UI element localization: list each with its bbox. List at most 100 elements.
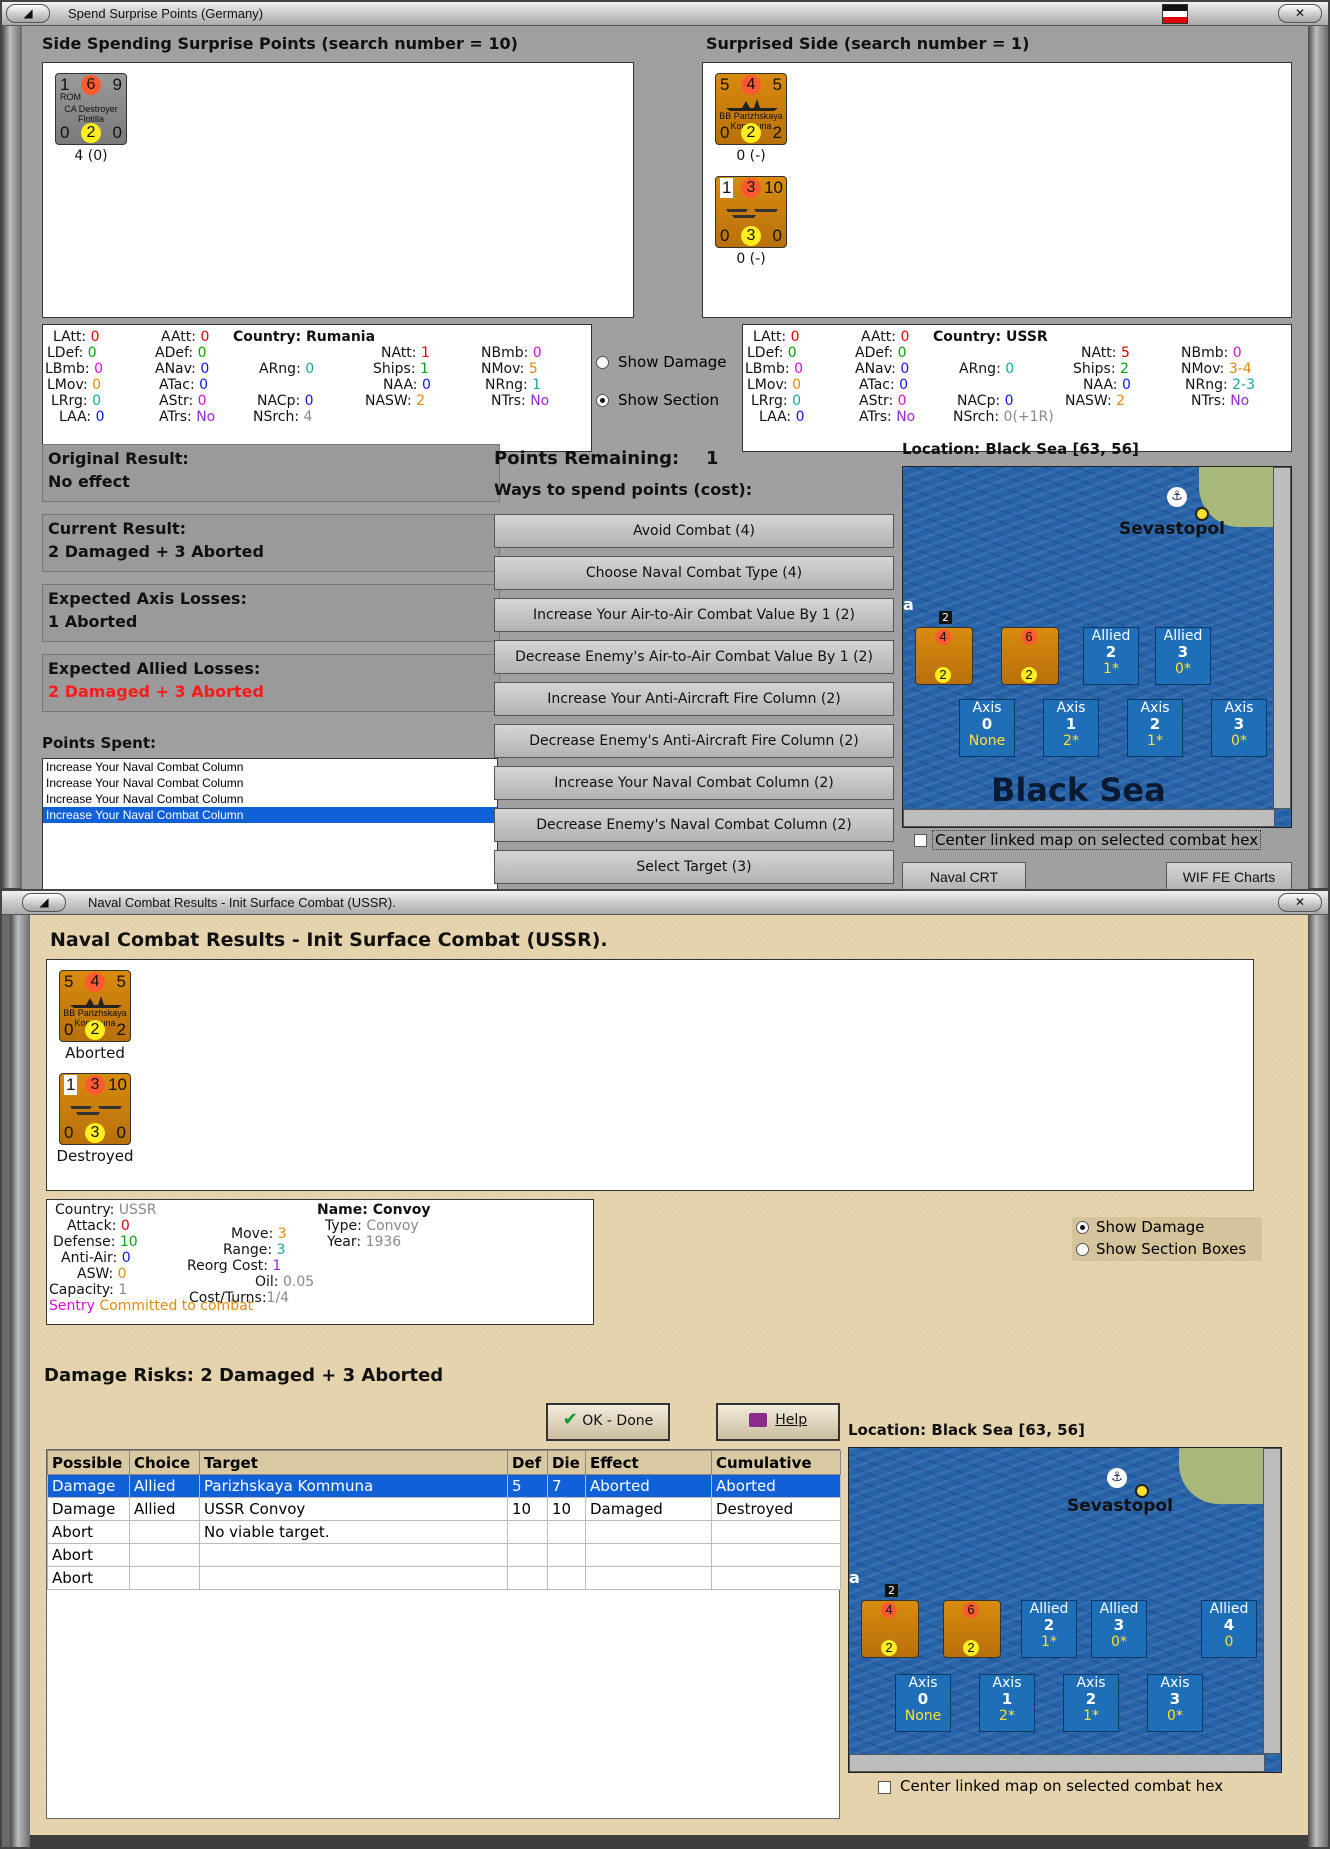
map-horizontal-scrollbar[interactable] bbox=[849, 1754, 1265, 1772]
col-def[interactable]: Def bbox=[507, 1450, 548, 1475]
points-spent-list[interactable]: Increase Your Naval Combat Column Increa… bbox=[42, 758, 498, 892]
decrease-enemy-air-to-air-button[interactable]: Decrease Enemy's Air-to-Air Combat Value… bbox=[494, 640, 894, 674]
location-map[interactable]: ⚓ Sevastopol a 2 4 2 6 2 Allied 2 1* Allie… bbox=[848, 1447, 1282, 1773]
stat-country: Country: USSR bbox=[933, 329, 1048, 345]
unit-counter-parizhskaya-kommuna[interactable]: 5 4 5 BB Parizhskaya Kommuna 0 2 2 bbox=[59, 970, 131, 1042]
center-linked-checkbox[interactable] bbox=[914, 834, 927, 847]
decrease-enemy-naval-combat-button[interactable]: Decrease Enemy's Naval Combat Column (2) bbox=[494, 808, 894, 842]
show-section-radio[interactable] bbox=[596, 394, 609, 407]
col-effect[interactable]: Effect bbox=[585, 1450, 712, 1475]
cell bbox=[129, 1566, 200, 1590]
sea-box-allied-2[interactable]: Allied 2 1* bbox=[1021, 1600, 1077, 1658]
help-button[interactable]: Help bbox=[716, 1403, 840, 1441]
results-table: Possible Choice Target Def Die Effect Cu… bbox=[47, 1450, 841, 1590]
cell bbox=[507, 1520, 548, 1544]
unit-counter-parizhskaya-kommuna[interactable]: 5 4 5 BB Parizhskaya Kommuna 0 2 2 bbox=[715, 73, 787, 145]
stat-laa: LAA: 0 bbox=[759, 409, 805, 425]
results-heading: Naval Combat Results - Init Surface Comb… bbox=[50, 929, 608, 951]
sea-box-axis-0[interactable]: Axis 0 None bbox=[895, 1674, 951, 1732]
sea-box-allied-2[interactable]: Allied 2 1* bbox=[1083, 627, 1139, 685]
counter-bot-left: 0 bbox=[60, 123, 70, 142]
stat-arng: ARng: 0 bbox=[259, 361, 315, 377]
counter-bot-right: 0 bbox=[116, 1123, 126, 1142]
sea-box-axis-3[interactable]: Axis 3 0* bbox=[1211, 699, 1267, 757]
counter-bot-left: 0 bbox=[64, 1020, 74, 1039]
col-die[interactable]: Die bbox=[547, 1450, 586, 1475]
points-spent-item-selected[interactable]: Increase Your Naval Combat Column bbox=[43, 807, 497, 823]
sea-box-allied-3[interactable]: Allied 3 0* bbox=[1091, 1600, 1147, 1658]
map-counter-bb[interactable]: 4 2 bbox=[915, 627, 973, 685]
increase-anti-aircraft-button[interactable]: Increase Your Anti-Aircraft Fire Column … bbox=[494, 682, 894, 716]
avoid-combat-button[interactable]: Avoid Combat (4) bbox=[494, 514, 894, 548]
system-menu-button[interactable]: ◢ bbox=[22, 893, 66, 912]
title-bar[interactable]: ◢ Spend Surprise Points (Germany) ✕ bbox=[2, 2, 1328, 26]
cell: Damage bbox=[47, 1497, 130, 1521]
unit-counter-convoy[interactable]: 1 3 10 0 3 0 bbox=[59, 1073, 131, 1145]
map-counter-bb[interactable]: 4 2 bbox=[861, 1600, 919, 1658]
col-target[interactable]: Target bbox=[199, 1450, 508, 1475]
cell bbox=[129, 1520, 200, 1544]
naval-crt-button[interactable]: Naval CRT bbox=[902, 862, 1026, 892]
sea-box-axis-2[interactable]: Axis 2 1* bbox=[1127, 699, 1183, 757]
select-target-button[interactable]: Select Target (3) bbox=[494, 850, 894, 884]
counter-name: CA Destroyer Flotilla bbox=[64, 104, 118, 124]
map-counter-ca[interactable]: 6 2 bbox=[943, 1600, 1001, 1658]
sea-box-allied-4[interactable]: Allied 4 0 bbox=[1201, 1600, 1257, 1658]
show-section-boxes-radio[interactable] bbox=[1076, 1243, 1089, 1256]
map-horizontal-scrollbar[interactable] bbox=[903, 809, 1275, 827]
wif-fe-charts-button[interactable]: WIF FE Charts bbox=[1166, 862, 1292, 892]
title-bar[interactable]: ◢ Naval Combat Results - Init Surface Co… bbox=[2, 891, 1328, 915]
sea-box-allied-3[interactable]: Allied 3 0* bbox=[1155, 627, 1211, 685]
cell bbox=[547, 1520, 586, 1544]
close-button[interactable]: ✕ bbox=[1278, 893, 1322, 912]
stat-lrrg: LRrg: 0 bbox=[51, 393, 102, 409]
sea-box-axis-0[interactable]: Axis 0 None bbox=[959, 699, 1015, 757]
sea-box-side: Axis bbox=[1224, 700, 1254, 716]
close-button[interactable]: ✕ bbox=[1278, 4, 1322, 23]
choose-naval-combat-type-button[interactable]: Choose Naval Combat Type (4) bbox=[494, 556, 894, 590]
stat-adef: ADef: 0 bbox=[855, 345, 907, 361]
window-title: Spend Surprise Points (Germany) bbox=[68, 6, 264, 21]
map-vertical-scrollbar[interactable] bbox=[1273, 467, 1291, 809]
location-map[interactable]: ⚓ Sevastopol a 2 4 2 6 2 Allied 2 1* Allie… bbox=[902, 466, 1292, 828]
stat-arng: ARng: 0 bbox=[959, 361, 1015, 377]
points-remaining-label: Points Remaining: bbox=[494, 448, 680, 469]
decrease-enemy-anti-aircraft-button[interactable]: Decrease Enemy's Anti-Aircraft Fire Colu… bbox=[494, 724, 894, 758]
map-counter-defense: 2 bbox=[881, 1640, 897, 1656]
table-row[interactable]: Abort No viable target. bbox=[47, 1520, 841, 1544]
map-counter-ca[interactable]: 6 2 bbox=[1001, 627, 1059, 685]
unit-counter-destroyer-flotilla[interactable]: 1 6 9 ROM CA Destroyer Flotilla 0 2 0 bbox=[55, 73, 127, 145]
points-spent-item[interactable]: Increase Your Naval Combat Column bbox=[43, 759, 497, 775]
unit-counter-convoy[interactable]: 1 3 10 0 3 0 bbox=[715, 176, 787, 248]
table-row[interactable]: Damage Allied USSR Convoy 10 10 Damaged … bbox=[47, 1497, 841, 1521]
cell: Abort bbox=[47, 1566, 130, 1590]
sea-box-axis-2[interactable]: Axis 2 1* bbox=[1063, 1674, 1119, 1732]
table-row[interactable]: Abort bbox=[47, 1543, 841, 1567]
table-row[interactable]: Abort bbox=[47, 1566, 841, 1590]
info-country: Country: USSR bbox=[55, 1202, 157, 1218]
col-possible[interactable]: Possible bbox=[47, 1450, 130, 1475]
stat-nsrch: NSrch: 4 bbox=[253, 409, 313, 425]
sea-box-axis-3[interactable]: Axis 3 0* bbox=[1147, 1674, 1203, 1732]
sea-box-axis-1[interactable]: Axis 1 2* bbox=[979, 1674, 1035, 1732]
map-vertical-scrollbar[interactable] bbox=[1263, 1448, 1281, 1754]
ok-done-button[interactable]: ✔ OK - Done bbox=[546, 1403, 670, 1441]
increase-air-to-air-button[interactable]: Increase Your Air-to-Air Combat Value By… bbox=[494, 598, 894, 632]
col-cumulative[interactable]: Cumulative bbox=[711, 1450, 841, 1475]
stat-natt: NAtt: 1 bbox=[381, 345, 430, 361]
info-cost: Cost/Turns:1/4 bbox=[189, 1290, 290, 1306]
show-damage-radio[interactable] bbox=[1076, 1221, 1089, 1234]
points-spent-item[interactable]: Increase Your Naval Combat Column bbox=[43, 775, 497, 791]
unit-result-caption: Aborted bbox=[65, 1044, 125, 1062]
col-choice[interactable]: Choice bbox=[129, 1450, 200, 1475]
system-menu-button[interactable]: ◢ bbox=[6, 4, 50, 23]
stat-ldef: LDef: 0 bbox=[747, 345, 797, 361]
sea-box-sub: 2* bbox=[999, 1708, 1015, 1724]
points-spent-item[interactable]: Increase Your Naval Combat Column bbox=[43, 791, 497, 807]
center-linked-checkbox[interactable] bbox=[878, 1781, 891, 1794]
cell: Aborted bbox=[585, 1474, 712, 1498]
show-damage-radio[interactable] bbox=[596, 356, 609, 369]
sea-box-axis-1[interactable]: Axis 1 2* bbox=[1043, 699, 1099, 757]
increase-naval-combat-button[interactable]: Increase Your Naval Combat Column (2) bbox=[494, 766, 894, 800]
table-row-selected[interactable]: Damage Allied Parizhskaya Kommuna 5 7 Ab… bbox=[47, 1474, 841, 1498]
